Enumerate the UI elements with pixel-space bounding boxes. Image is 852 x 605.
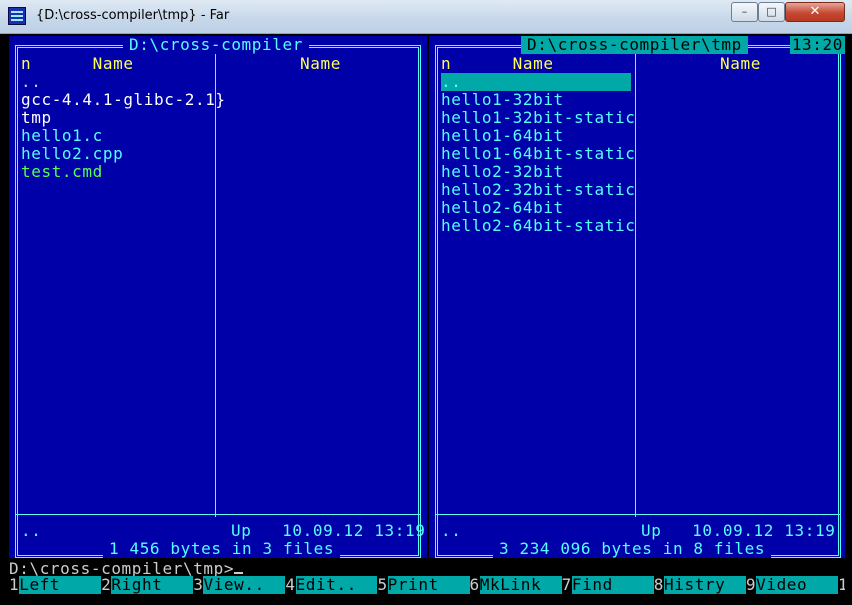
fkey-number: 6 [469,575,480,594]
function-key-bar: 1 Left 2 Right 3 View.. 4 Edit.. 5 Print 6 MkL… [9,576,845,594]
left-summary: 1 456 bytes in 3 files [103,540,341,558]
right-status-info: Up 10.09.12 13:19 [641,521,836,540]
right-summary: 3 234 096 bytes in 8 files [493,540,772,558]
clock: 13:20 [789,36,845,54]
fkey-5-button[interactable]: 5 Print [377,575,470,594]
fkey-label: View.. [203,575,286,594]
left-status-divider [16,514,420,515]
right-file-item[interactable]: hello2-32bit [441,163,564,181]
fkey-number: 5 [377,575,388,594]
right-col2-header[interactable]: Name [720,55,761,73]
left-status-info: Up 10.09.12 13:19 [231,521,426,540]
title-bar[interactable]: {D:\cross-compiler\tmp} - Far – □ ✕ [0,0,852,34]
right-file-item[interactable]: hello1-32bit-static [441,109,635,127]
fkey-10-button[interactable]: 10Tree [837,576,845,594]
fkey-number: 8 [653,575,664,594]
fkey-9-button[interactable]: 9 Video [745,575,838,594]
left-panel-title[interactable]: D:\cross-compiler [123,36,309,54]
left-col2-header[interactable]: Name [300,55,341,73]
fkey-label: Find [571,575,654,594]
fkey-number: 9 [745,575,757,594]
left-file-item[interactable]: test.cmd [21,163,103,181]
left-panel-frame [15,45,421,558]
left-status-name: .. [21,521,42,540]
fkey-4-button[interactable]: 4 Edit.. [285,575,378,594]
left-column-divider [215,47,216,517]
left-panel[interactable]: D:\cross-compiler n Name Name .. gcc-4.4.… [9,36,427,558]
right-file-item[interactable]: hello1-64bit-static [441,145,635,163]
fkey-label: MkLink [479,575,562,594]
fkey-label: Video [756,575,838,594]
fkey-2-button[interactable]: 2 Right [101,575,194,594]
console-area[interactable]: D:\cross-compiler n Name Name .. gcc-4.4.… [9,36,845,596]
left-col1-header[interactable]: n Name [21,55,134,73]
left-file-item[interactable]: tmp [21,109,52,127]
fkey-number: 7 [561,575,572,594]
fkey-label: Print [387,575,470,594]
window-title: {D:\cross-compiler\tmp} - Far [36,8,230,23]
fkey-number: 4 [285,575,296,594]
right-col1-header[interactable]: n Name [441,55,554,73]
fkey-number: 2 [101,575,112,594]
fkey-label: Histry [664,575,746,594]
right-status-divider [436,514,840,515]
right-file-item[interactable]: hello1-32bit [441,91,564,109]
far-app-icon[interactable] [8,7,26,25]
fkey-1-button[interactable]: 1 Left [9,575,102,594]
right-panel-title[interactable]: D:\cross-compiler\tmp [521,36,748,54]
fkey-number: 1 [9,575,20,594]
fkey-number: 3 [193,575,204,594]
left-file-item[interactable]: gcc-4.4.1-glibc-2.1} [21,91,226,109]
right-file-item[interactable]: hello2-64bit [441,199,564,217]
fkey-number: 10 [837,576,845,594]
right-file-item[interactable]: hello2-64bit-static [441,217,635,235]
maximize-button[interactable]: □ [758,2,785,22]
minimize-button[interactable]: – [731,2,758,22]
right-file-item[interactable]: hello1-64bit [441,127,564,145]
fkey-8-button[interactable]: 8 Histry [653,575,746,594]
fkey-label: Right [111,575,194,594]
right-panel[interactable]: D:\cross-compiler\tmp 13:20 n Name Name … [429,36,845,558]
right-status-name: .. [441,521,462,540]
left-file-item[interactable]: hello2.cpp [21,145,123,163]
text-cursor [234,558,244,574]
right-file-item[interactable]: .. [441,73,631,91]
right-file-item[interactable]: hello2-32bit-static [441,181,635,199]
fkey-6-button[interactable]: 6 MkLink [469,575,562,594]
left-file-item[interactable]: .. [21,73,41,91]
fkey-7-button[interactable]: 7 Find [561,575,654,594]
left-file-item[interactable]: hello1.c [21,127,103,145]
fkey-label: Left [19,575,102,594]
fkey-3-button[interactable]: 3 View.. [193,575,286,594]
close-button[interactable]: ✕ [785,2,845,22]
fkey-label: Edit.. [295,575,378,594]
command-line[interactable]: D:\cross-compiler\tmp> [9,558,845,578]
